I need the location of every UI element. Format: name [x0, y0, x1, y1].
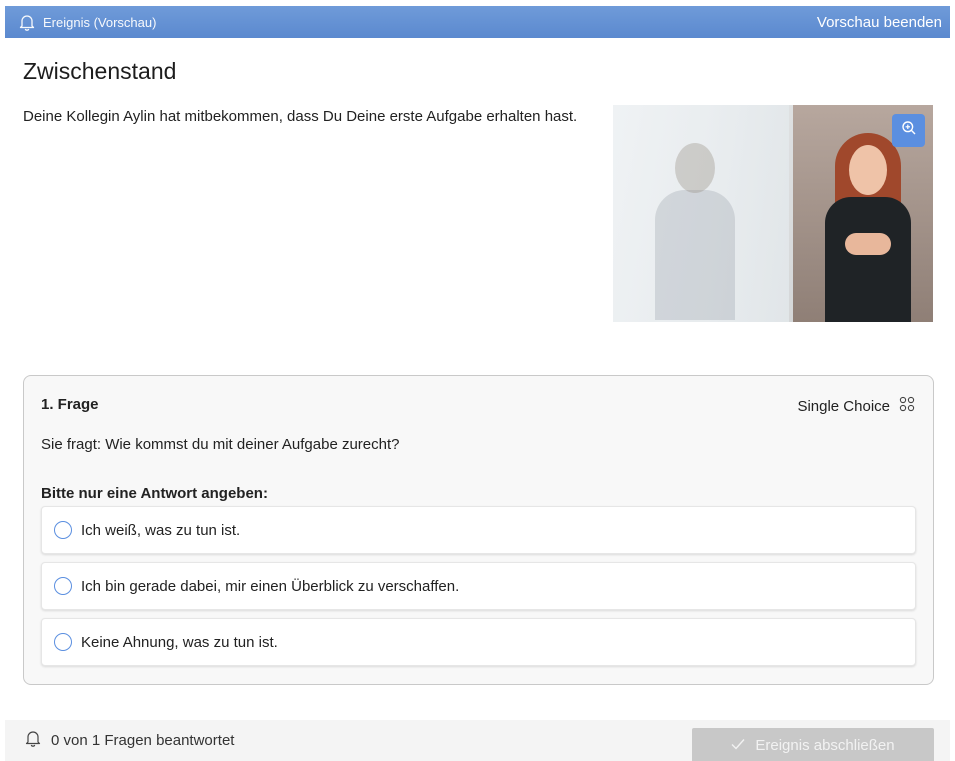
bell-icon: [19, 14, 35, 31]
preview-header-bar: Ereignis (Vorschau) Vorschau beenden: [5, 6, 950, 38]
zoom-image-button[interactable]: [892, 114, 925, 147]
check-icon: [731, 737, 745, 754]
question-type-label: Single Choice: [797, 397, 890, 415]
answer-option-label: Keine Ahnung, was zu tun ist.: [81, 633, 278, 651]
finish-event-label: Ereignis abschließen: [755, 737, 895, 754]
answered-status-text: 0 von 1 Fragen beantwortet: [51, 732, 235, 749]
page-title: Zwischenstand: [23, 58, 177, 84]
answer-hint: Bitte nur eine Antwort angeben:: [41, 485, 268, 502]
question-card: 1. Frage Single Choice Sie fragt: Wie ko…: [23, 375, 934, 685]
radio-button[interactable]: [54, 521, 72, 539]
answer-option-3[interactable]: Keine Ahnung, was zu tun ist.: [41, 618, 916, 666]
answer-option-label: Ich bin gerade dabei, mir einen Überblic…: [81, 577, 460, 595]
question-text: Sie fragt: Wie kommst du mit deiner Aufg…: [41, 436, 400, 453]
finish-event-button[interactable]: Ereignis abschließen: [692, 728, 934, 761]
intro-text: Deine Kollegin Aylin hat mitbekommen, da…: [23, 108, 578, 125]
bell-icon: [25, 730, 41, 751]
question-number: 1. Frage: [41, 396, 99, 413]
question-type: Single Choice: [797, 396, 915, 416]
header-left: Ereignis (Vorschau): [19, 14, 156, 31]
zoom-in-icon: [901, 120, 917, 141]
answer-option-2[interactable]: Ich bin gerade dabei, mir einen Überblic…: [41, 562, 916, 610]
answer-option-1[interactable]: Ich weiß, was zu tun ist.: [41, 506, 916, 554]
radio-button[interactable]: [54, 633, 72, 651]
event-image: [613, 105, 933, 322]
answer-option-label: Ich weiß, was zu tun ist.: [81, 521, 241, 539]
end-preview-button[interactable]: Vorschau beenden: [817, 14, 942, 31]
four-circles-icon: [899, 396, 915, 416]
answered-status: 0 von 1 Fragen beantwortet: [25, 730, 234, 751]
header-title: Ereignis (Vorschau): [43, 14, 157, 30]
radio-button[interactable]: [54, 577, 72, 595]
